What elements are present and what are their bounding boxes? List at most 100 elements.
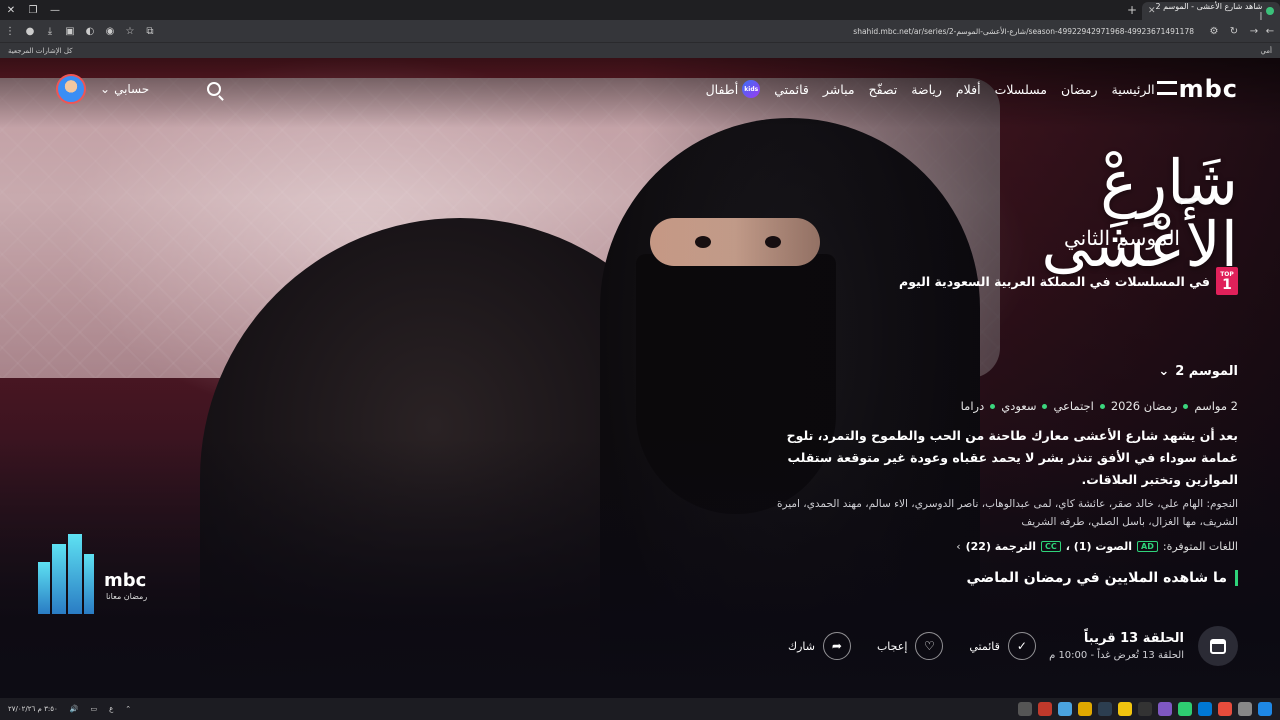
start-icon[interactable] xyxy=(1258,702,1272,716)
app-icon[interactable] xyxy=(1038,702,1052,716)
nav-live[interactable]: مباشر xyxy=(823,82,855,97)
extension-red-icon[interactable]: ◉ xyxy=(100,20,120,42)
close-window-icon[interactable]: ✕ xyxy=(0,0,22,20)
back-icon[interactable]: ← xyxy=(1260,20,1280,42)
top1-badge-icon: TOP 1 xyxy=(1216,267,1238,295)
app-icon[interactable] xyxy=(1138,702,1152,716)
extensions-icon[interactable]: ▣ xyxy=(60,20,80,42)
millions-watched-text: ما شاهده الملايين في رمضان الماضي xyxy=(966,570,1227,586)
os-taskbar: ٣:٥٠ م ٢٧/٠٢/٢٦ 🔊 ▭ ع ⌃ xyxy=(0,698,1280,720)
mbc-logo[interactable]: mbc xyxy=(1156,75,1238,103)
nav-sports[interactable]: رياضة xyxy=(911,82,942,97)
main-nav: mbc الرئيسية رمضان مسلسلات أفلام رياضة ت… xyxy=(706,72,1238,106)
upcoming-episode: الحلقة 13 قريباً الحلقة 13 تُعرض غداً - … xyxy=(1049,626,1238,666)
millions-watched-badge: ما شاهده الملايين في رمضان الماضي xyxy=(967,570,1238,586)
languages-label: اللغات المتوفرة: xyxy=(1162,540,1238,553)
input-language[interactable]: ع xyxy=(109,705,113,713)
search-icon[interactable] xyxy=(207,82,222,96)
share-arrow-icon: ➦ xyxy=(822,632,851,660)
audio-description-tag: AD xyxy=(1137,541,1158,552)
share-page-icon[interactable]: ⧉ xyxy=(140,20,160,42)
close-tab-icon[interactable]: ✕ xyxy=(1148,6,1156,16)
show-description: بعد أن يشهد شارع الأعشى معارك طاحنة من ا… xyxy=(786,428,1238,487)
meta-dot xyxy=(1183,403,1189,409)
heart-icon: ♡ xyxy=(915,632,944,660)
nav-movies[interactable]: أفلام xyxy=(956,82,981,97)
menu-icon[interactable]: ⋮ xyxy=(0,20,20,42)
url-field[interactable]: shahid.mbc.net/ar/series/شارع-الأعشى-الم… xyxy=(180,22,1200,40)
minimize-window-icon[interactable]: — xyxy=(44,0,66,20)
all-bookmarks-link[interactable]: كل الإشارات المرجعية xyxy=(8,47,73,55)
chevron-down-icon: ⌄ xyxy=(1158,364,1170,379)
nav-ramadan[interactable]: رمضان xyxy=(1061,82,1098,97)
season-selector-label: الموسم 2 xyxy=(1175,364,1238,379)
bookmark-star-icon[interactable]: ☆ xyxy=(120,20,140,42)
tab-title: شاهد شارع الأعشى - الموسم 2 | xyxy=(1155,2,1263,20)
clock[interactable]: ٣:٥٠ م ٢٧/٠٢/٢٦ xyxy=(8,705,58,713)
folder-icon[interactable] xyxy=(1118,702,1132,716)
towers-logo-icon xyxy=(36,532,96,614)
accent-bar xyxy=(1235,570,1238,586)
meta-genre-drama: دراما xyxy=(960,399,985,413)
app-icon[interactable] xyxy=(1078,702,1092,716)
nav-account-area: ⌄ حسابي xyxy=(56,72,222,106)
nav-kids[interactable]: kids أطفال xyxy=(706,80,761,98)
nav-mylist[interactable]: قائمتي xyxy=(774,82,809,97)
account-menu[interactable]: ⌄ حسابي xyxy=(100,82,149,96)
shahid-favicon-icon xyxy=(1266,7,1274,15)
mylist-button[interactable]: ✓ قائمتي xyxy=(969,632,1036,660)
chrome-icon[interactable] xyxy=(1218,702,1232,716)
download-icon[interactable]: ⤓ xyxy=(40,20,60,42)
like-button[interactable]: ♡ إعجاب xyxy=(876,632,944,660)
site-settings-icon[interactable]: ⚙ xyxy=(1204,20,1224,42)
browser-tab[interactable]: شاهد شارع الأعشى - الموسم 2 | ✕ xyxy=(1142,2,1280,20)
search-icon[interactable] xyxy=(1238,702,1252,716)
season-selector[interactable]: الموسم 2 ⌄ xyxy=(1158,364,1238,379)
show-cast: النجوم: الهام علي، خالد صقر، عائشة كاي، … xyxy=(776,498,1238,528)
address-bar-row: ⋮ ● ⤓ ▣ ◐ ◉ ☆ ⧉ shahid.mbc.net/ar/series… xyxy=(0,20,1280,42)
restore-window-icon[interactable]: ❐ xyxy=(22,0,44,20)
app-icon[interactable] xyxy=(1158,702,1172,716)
taskbar-apps xyxy=(1018,702,1272,716)
app-icon[interactable] xyxy=(1098,702,1112,716)
meta-year: رمضان 2026 xyxy=(1110,399,1178,413)
bookmark-folder-link[interactable]: أمي xyxy=(1260,47,1272,55)
browser-tab-bar: ✕ ❐ — + شاهد شارع الأعشى - الموسم 2 | ✕ xyxy=(0,0,1280,20)
mylist-label: قائمتي xyxy=(969,639,1000,653)
meta-country: سعودي xyxy=(1001,399,1037,413)
network-icon[interactable]: ▭ xyxy=(90,705,97,713)
nav-home[interactable]: الرئيسية xyxy=(1112,82,1155,97)
meta-genre-social: اجتماعي xyxy=(1053,399,1094,413)
app-icon[interactable] xyxy=(1178,702,1192,716)
volume-icon[interactable]: 🔊 xyxy=(70,705,79,713)
show-actions: ✓ قائمتي ♡ إعجاب ➦ شارك xyxy=(788,632,1036,660)
chevron-down-icon: ⌄ xyxy=(100,82,111,96)
like-label: إعجاب xyxy=(876,639,908,653)
profile-icon[interactable]: ● xyxy=(20,20,40,42)
app-icon[interactable] xyxy=(1058,702,1072,716)
closed-captions-tag: CC xyxy=(1041,541,1061,552)
chevron-up-icon[interactable]: ⌃ xyxy=(125,705,131,713)
nav-series[interactable]: مسلسلات xyxy=(995,82,1047,97)
episode-schedule: الحلقة 13 تُعرض غداً - 10:00 م xyxy=(1049,650,1184,661)
nav-browse[interactable]: تصفّح xyxy=(869,82,898,97)
system-tray: ٣:٥٠ م ٢٧/٠٢/٢٦ 🔊 ▭ ع ⌃ xyxy=(8,705,131,713)
meta-dot xyxy=(1099,403,1105,409)
app-icon[interactable] xyxy=(1018,702,1032,716)
meta-dot xyxy=(990,403,996,409)
app-icon[interactable] xyxy=(1198,702,1212,716)
top-ranking: TOP 1 في المسلسلات في المملكة العربية ال… xyxy=(899,267,1238,295)
bookmarks-bar: كل الإشارات المرجعية أمي xyxy=(0,42,1280,58)
new-tab-button[interactable]: + xyxy=(1124,3,1140,17)
calendar-button[interactable] xyxy=(1198,626,1238,666)
avatar[interactable] xyxy=(56,74,86,104)
show-meta: 2 مواسم رمضان 2026 اجتماعي سعودي دراما xyxy=(961,399,1238,413)
calendar-icon xyxy=(1210,638,1226,654)
extension-icon[interactable]: ◐ xyxy=(80,20,100,42)
share-button[interactable]: ➦ شارك xyxy=(788,632,851,660)
chevron-left-icon[interactable]: › xyxy=(956,540,960,553)
available-languages: اللغات المتوفرة: AD الصوت (1) ، CC الترج… xyxy=(956,540,1238,553)
meta-dot xyxy=(1042,403,1048,409)
account-label: حسابي xyxy=(114,82,150,96)
reload-icon[interactable]: ↻ xyxy=(1224,20,1244,42)
